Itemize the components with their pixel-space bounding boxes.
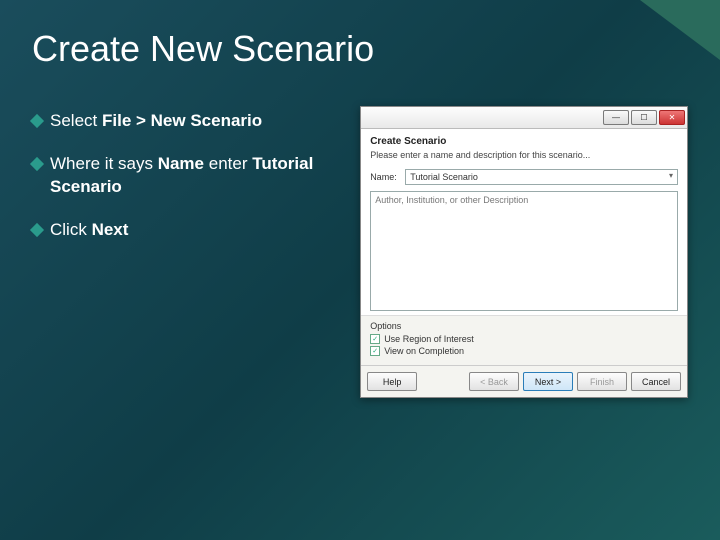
create-scenario-dialog: — ☐ ✕ Create Scenario Please enter a nam… — [360, 106, 688, 398]
voc-checkbox[interactable]: ✓ — [370, 346, 380, 356]
options-panel: Options ✓ Use Region of Interest ✓ View … — [361, 315, 687, 365]
button-label: Next > — [535, 377, 561, 387]
bullet-item: Select File > New Scenario — [32, 110, 348, 133]
maximize-icon: ☐ — [640, 114, 647, 122]
voc-label: View on Completion — [384, 346, 464, 356]
option-voc-row: ✓ View on Completion — [370, 346, 678, 356]
close-icon: ✕ — [669, 114, 676, 122]
bullet-icon — [30, 114, 44, 128]
slide-title: Create New Scenario — [32, 28, 688, 70]
dialog-titlebar: — ☐ ✕ — [361, 107, 687, 129]
help-button[interactable]: Help — [367, 372, 417, 391]
back-button[interactable]: < Back — [469, 372, 519, 391]
dialog-button-row: Help < Back Next > Finish Cancel — [361, 365, 687, 397]
dialog-subheading: Please enter a name and description for … — [370, 150, 678, 160]
name-input[interactable]: Tutorial Scenario — [405, 169, 678, 185]
slide: Create New Scenario Select File > New Sc… — [0, 0, 720, 540]
name-input-value: Tutorial Scenario — [410, 172, 478, 182]
bullet-text: Select File > New Scenario — [50, 110, 262, 133]
maximize-button[interactable]: ☐ — [631, 110, 657, 125]
text: Click — [50, 220, 92, 239]
name-field-row: Name: Tutorial Scenario — [370, 169, 678, 185]
dialog-body: Create Scenario Please enter a name and … — [361, 129, 687, 315]
button-label: Finish — [590, 377, 614, 387]
dialog-heading: Create Scenario — [370, 136, 678, 147]
text: enter — [204, 154, 252, 173]
bullet-icon — [30, 223, 44, 237]
minimize-icon: — — [612, 114, 620, 122]
bullet-item: Where it says Name enter Tutorial Scenar… — [32, 153, 348, 199]
button-label: < Back — [480, 377, 508, 387]
roi-checkbox[interactable]: ✓ — [370, 334, 380, 344]
text: Select — [50, 111, 102, 130]
roi-label: Use Region of Interest — [384, 334, 474, 344]
text-bold: Next — [92, 220, 129, 239]
bullet-text: Click Next — [50, 219, 128, 242]
options-title: Options — [370, 321, 678, 331]
minimize-button[interactable]: — — [603, 110, 629, 125]
text-bold: File > New Scenario — [102, 111, 262, 130]
bullet-text: Where it says Name enter Tutorial Scenar… — [50, 153, 348, 199]
description-input[interactable]: Author, Institution, or other Descriptio… — [370, 191, 678, 311]
cancel-button[interactable]: Cancel — [631, 372, 681, 391]
option-roi-row: ✓ Use Region of Interest — [370, 334, 678, 344]
button-label: Help — [383, 377, 402, 387]
content-row: Select File > New Scenario Where it says… — [32, 106, 688, 398]
button-label: Cancel — [642, 377, 670, 387]
next-button[interactable]: Next > — [523, 372, 573, 391]
bullet-item: Click Next — [32, 219, 348, 242]
finish-button[interactable]: Finish — [577, 372, 627, 391]
close-button[interactable]: ✕ — [659, 110, 685, 125]
text: Where it says — [50, 154, 158, 173]
bullet-icon — [30, 157, 44, 171]
text-bold: Name — [158, 154, 204, 173]
name-label: Name: — [370, 172, 400, 182]
description-placeholder: Author, Institution, or other Descriptio… — [375, 195, 528, 205]
bullet-list: Select File > New Scenario Where it says… — [32, 106, 348, 398]
